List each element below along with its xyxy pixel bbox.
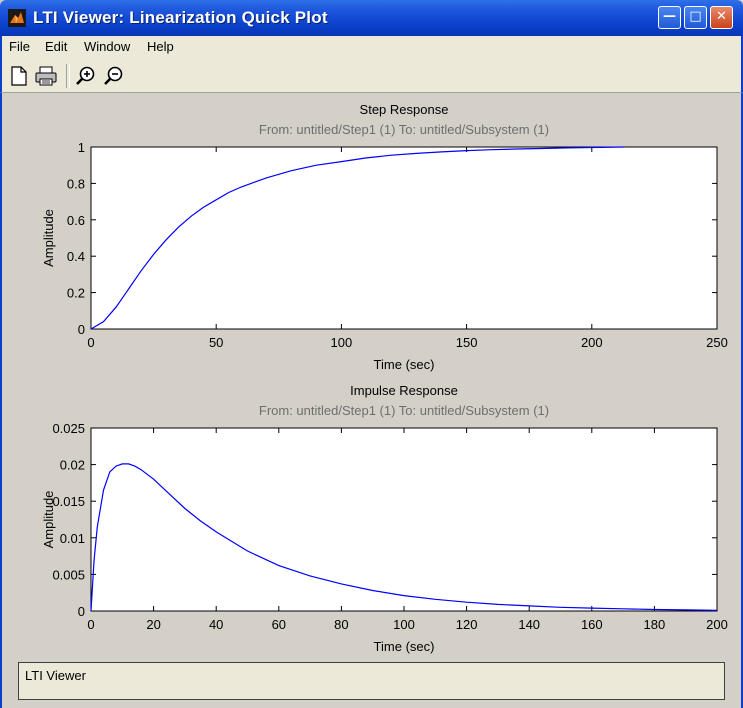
impulse-xtick-label: 0 xyxy=(87,617,94,632)
step-xtick-label: 0 xyxy=(87,335,94,350)
impulse-xtick-label: 100 xyxy=(393,617,415,632)
impulse-ytick-label: 0.015 xyxy=(52,494,85,509)
step-xtick-label: 150 xyxy=(456,335,478,350)
impulse-xtick-label: 40 xyxy=(209,617,223,632)
step-xtick-label: 50 xyxy=(209,335,223,350)
step-ytick-label: 1 xyxy=(78,140,85,155)
impulse-xtick-label: 160 xyxy=(581,617,603,632)
step-title: Step Response xyxy=(360,102,449,117)
impulse-ytick-label: 0.01 xyxy=(60,531,85,546)
step-ytick-label: 0.6 xyxy=(67,213,85,228)
impulse-title: Impulse Response xyxy=(350,383,458,398)
impulse-xtick-label: 20 xyxy=(146,617,160,632)
step-ytick-label: 0.4 xyxy=(67,249,85,264)
step-xtick-label: 100 xyxy=(331,335,353,350)
step-chart xyxy=(90,146,718,330)
impulse-xtick-label: 200 xyxy=(706,617,728,632)
step-subtitle: From: untitled/Step1 (1) To: untitled/Su… xyxy=(259,122,549,137)
status-panel: LTI Viewer xyxy=(18,662,725,700)
step-ylabel: Amplitude xyxy=(41,209,56,267)
impulse-axes-box xyxy=(90,427,718,612)
impulse-ytick-label: 0.025 xyxy=(52,421,85,436)
impulse-xtick-label: 80 xyxy=(334,617,348,632)
impulse-xtick-label: 60 xyxy=(272,617,286,632)
step-axes-box xyxy=(90,146,718,330)
plots-canvas: Step Response From: untitled/Step1 (1) To… xyxy=(41,102,728,654)
impulse-chart xyxy=(90,427,718,612)
step-ytick-label: 0.8 xyxy=(67,176,85,191)
impulse-xlabel: Time (sec) xyxy=(374,639,435,654)
impulse-ylabel: Amplitude xyxy=(41,491,56,549)
impulse-xtick-label: 180 xyxy=(644,617,666,632)
impulse-xtick-label: 120 xyxy=(456,617,478,632)
step-ytick-label: 0 xyxy=(78,322,85,337)
impulse-ytick-label: 0.005 xyxy=(52,567,85,582)
impulse-subtitle: From: untitled/Step1 (1) To: untitled/Su… xyxy=(259,403,549,418)
impulse-ytick-label: 0 xyxy=(78,604,85,619)
impulse-xtick-label: 140 xyxy=(518,617,540,632)
step-xtick-label: 200 xyxy=(581,335,603,350)
status-text: LTI Viewer xyxy=(25,668,86,683)
impulse-ytick-label: 0.02 xyxy=(60,458,85,473)
step-xtick-label: 250 xyxy=(706,335,728,350)
step-ytick-label: 0.2 xyxy=(67,286,85,301)
step-xlabel: Time (sec) xyxy=(374,357,435,372)
